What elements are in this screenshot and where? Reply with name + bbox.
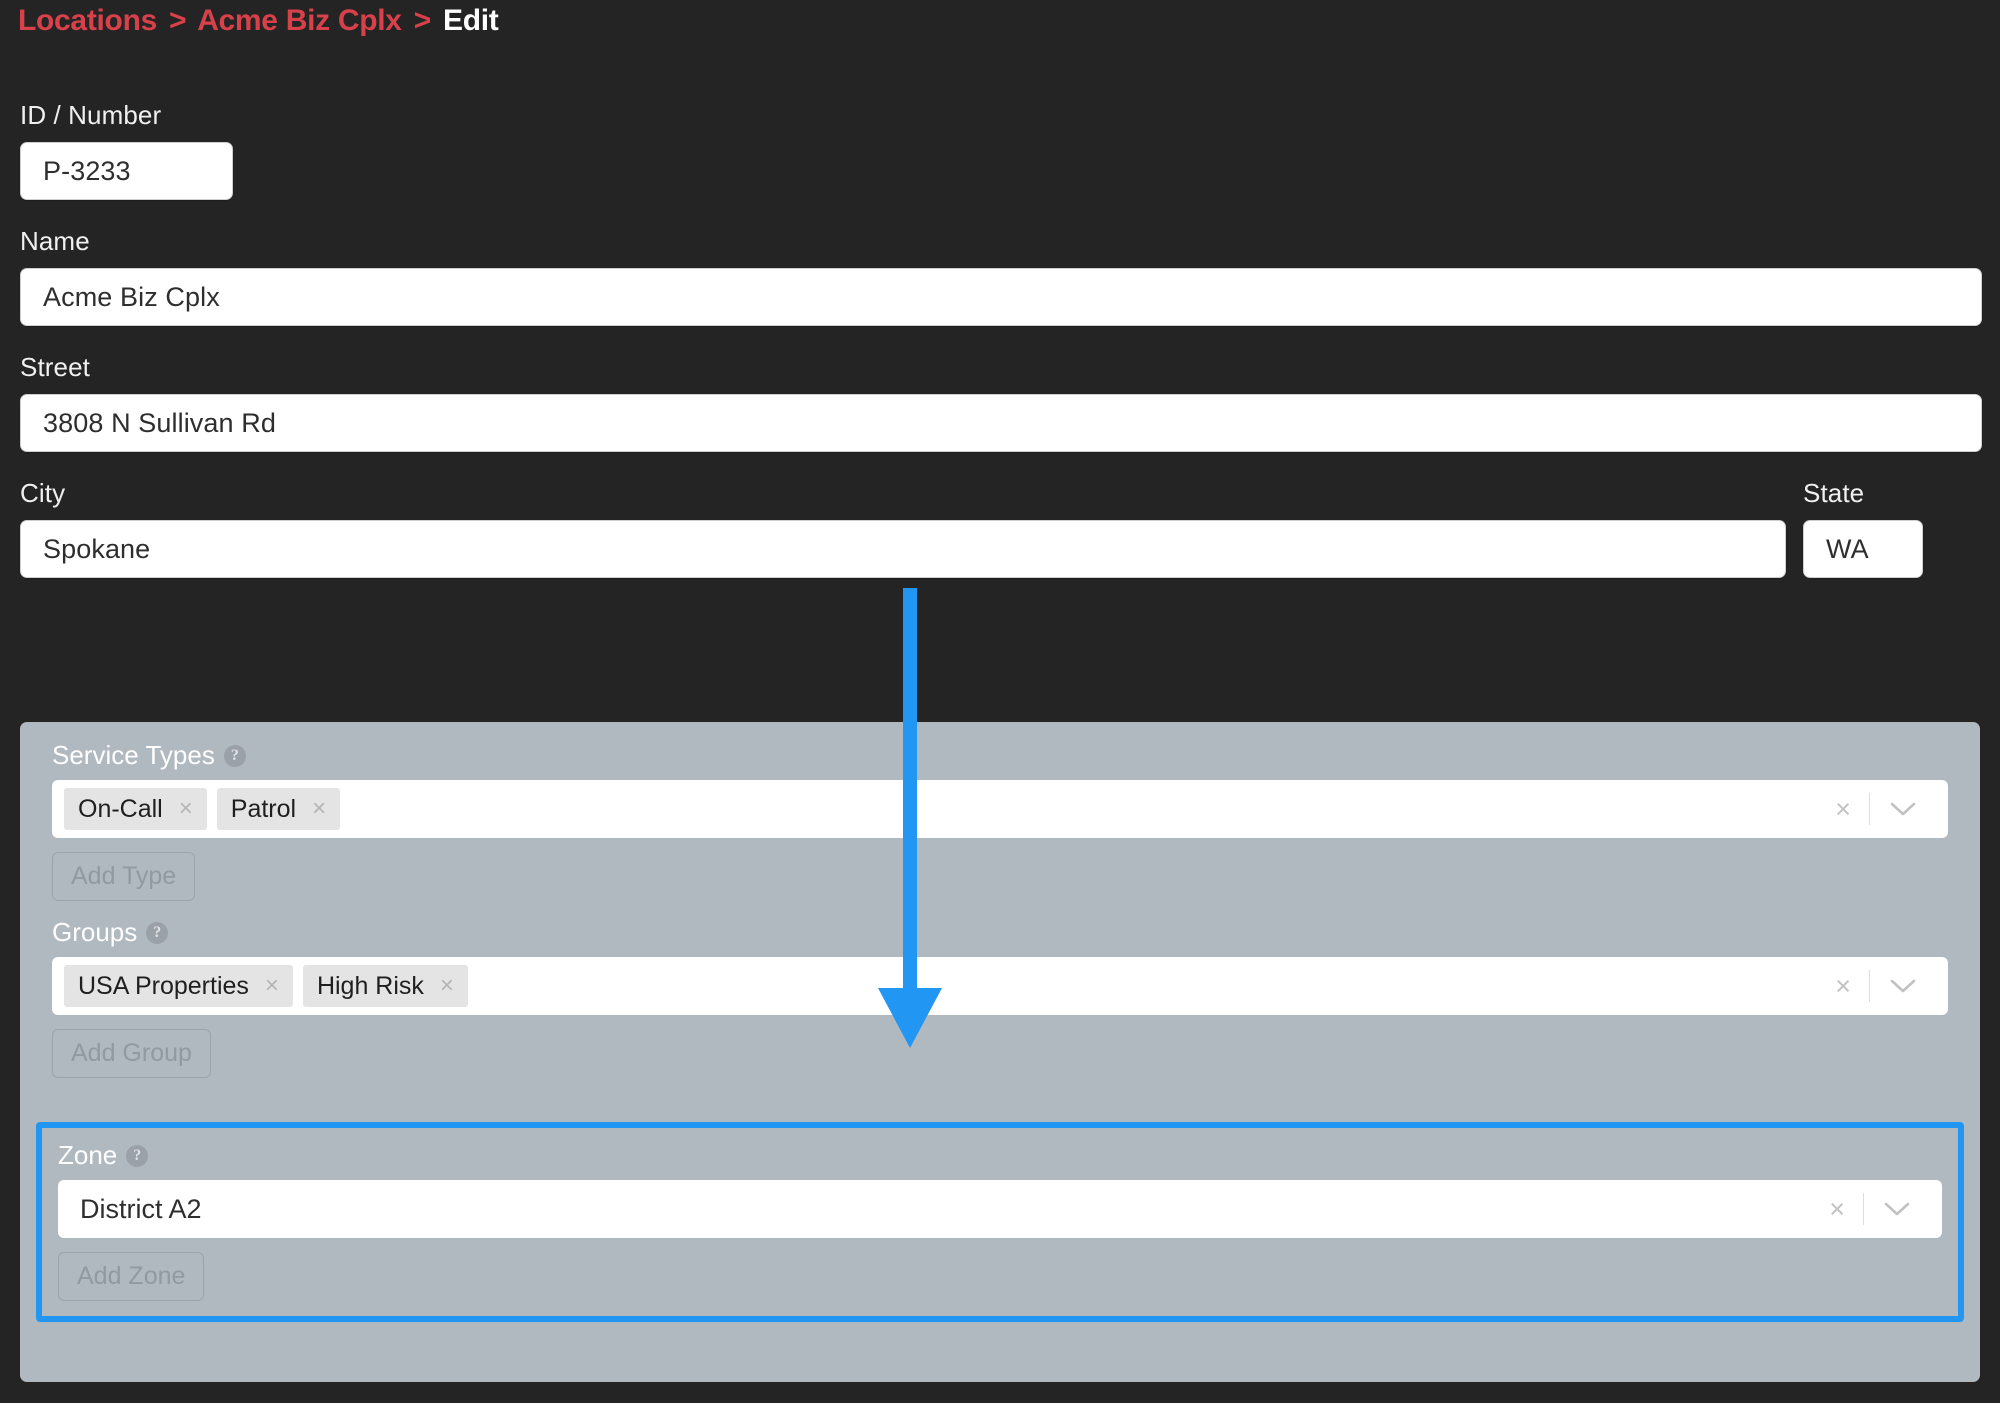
add-type-button[interactable]: Add Type <box>52 852 196 901</box>
breadcrumb-separator-2: > <box>413 4 432 37</box>
tag-item[interactable]: Patrol × <box>216 788 341 830</box>
tag-remove-icon[interactable]: × <box>163 797 207 821</box>
city-state-row: City Spokane State WA <box>0 478 2000 578</box>
help-icon[interactable]: ? <box>223 744 246 767</box>
tag-label: Patrol <box>230 794 297 823</box>
help-icon[interactable]: ? <box>126 1144 149 1167</box>
breadcrumb-link-locations[interactable]: Locations <box>18 4 157 37</box>
location-edit-form: ID / Number P-3233 Name Acme Biz Cplx St… <box>0 100 2000 578</box>
zone-select[interactable]: District A2 × <box>58 1180 1942 1238</box>
service-types-label: Service Types ? <box>52 740 1964 771</box>
street-label: Street <box>20 352 90 382</box>
zone-section-highlighted: Zone ? District A2 × Add Zone <box>36 1122 1964 1322</box>
service-types-multiselect[interactable]: On-Call × Patrol × × <box>52 780 1948 838</box>
chevron-down-icon[interactable] <box>1864 1201 1924 1217</box>
breadcrumb: Locations > Acme Biz Cplx > Edit <box>18 4 499 38</box>
service-types-label-text: Service Types <box>52 740 215 770</box>
name-label: Name <box>20 226 90 256</box>
tag-label: USA Properties <box>78 971 249 1000</box>
state-input[interactable]: WA <box>1803 520 1923 578</box>
multiselect-actions: × <box>1817 957 1930 1015</box>
tag-item[interactable]: High Risk × <box>302 965 468 1007</box>
clear-icon[interactable]: × <box>1817 795 1869 823</box>
select-actions: × <box>1811 1180 1924 1238</box>
zone-label: Zone ? <box>58 1140 1958 1171</box>
field-city: City Spokane <box>20 478 1786 578</box>
groups-multiselect[interactable]: USA Properties × High Risk × × <box>52 957 1948 1015</box>
state-label: State <box>1803 478 1865 508</box>
id-number-input[interactable]: P-3233 <box>20 142 233 200</box>
field-state: State WA <box>1803 478 1923 578</box>
name-input[interactable]: Acme Biz Cplx <box>20 268 1982 326</box>
add-group-button[interactable]: Add Group <box>52 1029 211 1078</box>
breadcrumb-current-edit: Edit <box>443 4 499 37</box>
zone-label-text: Zone <box>58 1140 118 1170</box>
tag-remove-icon[interactable]: × <box>424 974 468 998</box>
tag-label: On-Call <box>78 794 163 823</box>
tag-remove-icon[interactable]: × <box>249 974 293 998</box>
service-types-group: Service Types ? On-Call × Patrol × × Add… <box>36 740 1964 901</box>
help-icon[interactable]: ? <box>146 921 169 944</box>
clear-icon[interactable]: × <box>1811 1195 1863 1223</box>
assignments-panel: Service Types ? On-Call × Patrol × × Add… <box>20 722 1980 1382</box>
groups-label-text: Groups <box>52 917 138 947</box>
tag-item[interactable]: On-Call × <box>64 788 207 830</box>
tag-remove-icon[interactable]: × <box>296 797 340 821</box>
breadcrumb-link-location[interactable]: Acme Biz Cplx <box>197 4 402 37</box>
field-name: Name Acme Biz Cplx <box>0 226 2000 326</box>
field-id-number: ID / Number P-3233 <box>0 100 2000 200</box>
id-number-label: ID / Number <box>20 100 162 130</box>
groups-group: Groups ? USA Properties × High Risk × × … <box>36 917 1964 1078</box>
tag-item[interactable]: USA Properties × <box>64 965 293 1007</box>
city-label: City <box>20 478 66 508</box>
clear-icon[interactable]: × <box>1817 972 1869 1000</box>
field-street: Street 3808 N Sullivan Rd <box>0 352 2000 452</box>
groups-label: Groups ? <box>52 917 1964 948</box>
zone-selected-value: District A2 <box>80 1193 202 1224</box>
add-zone-button[interactable]: Add Zone <box>58 1252 205 1301</box>
city-input[interactable]: Spokane <box>20 520 1786 578</box>
chevron-down-icon[interactable] <box>1870 978 1930 994</box>
chevron-down-icon[interactable] <box>1870 801 1930 817</box>
street-input[interactable]: 3808 N Sullivan Rd <box>20 394 1982 452</box>
breadcrumb-separator-1: > <box>169 4 187 37</box>
tag-label: High Risk <box>316 971 424 1000</box>
multiselect-actions: × <box>1817 780 1930 838</box>
